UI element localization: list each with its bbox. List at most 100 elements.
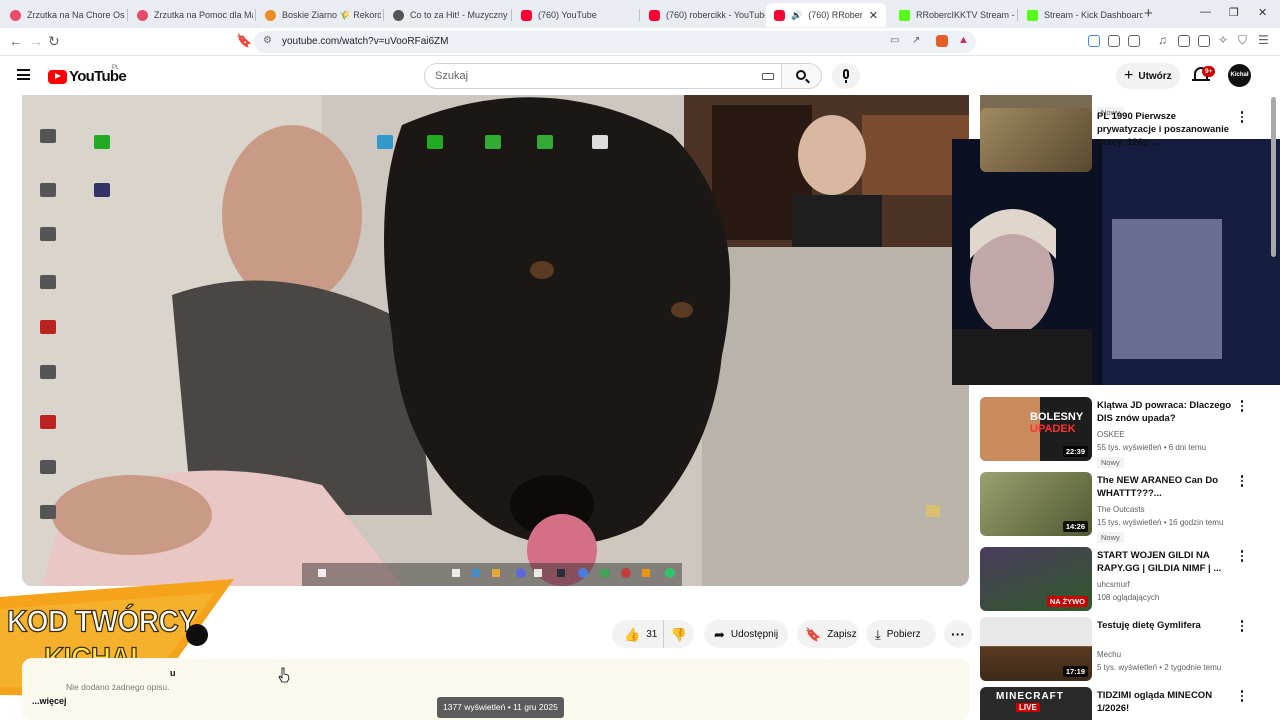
browser-tab[interactable]: (760) YouTube (513, 3, 637, 27)
video-title[interactable]: TIDZIMI ogląda MINECON 1/2026! (1097, 689, 1237, 715)
reload-icon[interactable]: ↻ (48, 33, 60, 50)
channel-name[interactable]: uhcsmurf (1097, 580, 1130, 589)
video-thumbnail[interactable]: BOLESNY UPADEK 22:39 (980, 397, 1092, 461)
live-badge: NA ŻYWO (1046, 596, 1088, 607)
recommendations-sidebar: Nowy PL 1990 Pierwsze prywatyzacje i pos… (980, 95, 1260, 720)
youtube-logo[interactable]: YouTube PL (48, 65, 127, 85)
browser-tab-active[interactable]: 🔊 (760) RRobercIKK ✕ (766, 3, 886, 27)
video-thumbnail[interactable]: 14:26 (980, 472, 1092, 536)
save-button[interactable]: 🔖 Zapisz (797, 620, 859, 648)
video-player[interactable] (22, 95, 969, 586)
translate-icon[interactable] (1088, 35, 1100, 47)
more-vertical-icon[interactable] (1239, 400, 1245, 414)
new-badge: Nowy (1097, 457, 1124, 468)
vpn-icon[interactable]: ⛉ (1238, 33, 1247, 48)
download-label: Pobierz (886, 628, 921, 640)
more-vertical-icon[interactable] (1239, 620, 1245, 634)
recommendation-item[interactable]: BOLESNY UPADEK 22:39 Klątwa JD powraca: D… (980, 397, 1260, 468)
video-thumbnail[interactable] (980, 108, 1092, 172)
keyboard-icon[interactable] (762, 73, 774, 80)
recommendation-item[interactable]: PL 1990 Pierwsze prywatyzacje i poszanow… (980, 108, 1260, 176)
recommendation-item[interactable]: 17:19 Testuję dietę Gymlifera Mechu 5 ty… (980, 617, 1260, 685)
channel-name[interactable]: The Outcasts (1097, 505, 1145, 514)
browser-tab[interactable]: Zrzutka na Na Chore Osob (2, 3, 125, 27)
youtube-favicon-icon (774, 9, 785, 21)
search-box[interactable] (424, 63, 782, 89)
video-thumbnail[interactable]: MINECRAFT LIVE (980, 687, 1092, 720)
video-thumbnail[interactable]: 17:19 (980, 617, 1092, 681)
tab-title: (760) YouTube (538, 10, 597, 20)
recommendation-item[interactable]: NA ŻYWO START WOJEN GILDI NA RAPY.GG | G… (980, 547, 1260, 615)
share-button[interactable]: ➦ Udostępnij (704, 620, 788, 648)
recommendation-item[interactable]: 14:26 The NEW ARANEO Can Do WHATTT???...… (980, 472, 1260, 543)
sidebar-scrollbar[interactable] (1271, 97, 1276, 257)
hamburger-menu-icon[interactable] (17, 69, 30, 80)
subscribe-button[interactable] (186, 624, 208, 646)
more-vertical-icon[interactable] (1239, 690, 1245, 704)
minimize-icon[interactable]: — (1200, 6, 1211, 18)
close-tab-icon[interactable]: ✕ (869, 9, 878, 22)
browser-tab[interactable]: RRobercIKKTV Stream - W (891, 3, 1015, 27)
back-icon[interactable]: ← (9, 33, 23, 49)
cast-icon[interactable]: ▭ (890, 35, 899, 46)
channel-name[interactable]: Mechu (1097, 650, 1121, 659)
bookmark-icon[interactable]: 🔖 (236, 33, 252, 49)
tab-title: Stream - Kick Dashboard (1044, 10, 1143, 20)
extension-icon[interactable] (1128, 35, 1140, 47)
video-title[interactable]: Testuję dietę Gymlifera (1097, 619, 1237, 632)
more-vertical-icon[interactable] (1239, 550, 1245, 564)
share-icon[interactable]: ↗ (912, 35, 920, 46)
search-button[interactable] (782, 63, 822, 89)
more-vertical-icon[interactable] (1239, 111, 1245, 125)
music-icon[interactable]: ♫ (1158, 33, 1167, 47)
extension-icon[interactable] (1108, 35, 1120, 47)
video-title[interactable]: Klątwa JD powraca: Dlaczego DIS znów upa… (1097, 399, 1237, 425)
browser-tab[interactable]: Boskie Ziarno 🌾 Rekordy (257, 3, 381, 27)
browser-tab[interactable]: Stream - Kick Dashboard (1019, 3, 1143, 27)
search-input[interactable] (435, 70, 735, 82)
tab-title: RRobercIKKTV Stream - W (916, 10, 1015, 20)
browser-tab[interactable]: (760) robercikk - YouTube (641, 3, 765, 27)
new-tab-button[interactable]: + (1144, 5, 1153, 22)
wallet-icon[interactable] (1198, 35, 1210, 47)
video-title[interactable]: PL 1990 Pierwsze prywatyzacje i poszanow… (1097, 110, 1237, 149)
avatar[interactable]: Kichał (1228, 64, 1251, 87)
video-meta: 15 tys. wyświetleń • 16 godzin temu (1097, 518, 1224, 527)
address-bar[interactable]: ⚙ youtube.com/watch?v=uVooRFai6ZM ▭ ↗ ▲ (254, 31, 976, 53)
browser-tab[interactable]: Co to za Hit! - Muzyczny C (385, 3, 509, 27)
sidebar-icon[interactable] (1178, 35, 1190, 47)
menu-icon[interactable]: ☰ (1258, 33, 1269, 47)
restore-icon[interactable]: ❐ (1229, 6, 1239, 19)
download-button[interactable]: ⤓ Pobierz (866, 620, 936, 648)
kick-favicon-icon (1027, 9, 1038, 21)
microphone-icon (843, 69, 849, 79)
dislike-button[interactable]: 👎 (664, 620, 694, 648)
site-info-icon[interactable]: ⚙ (263, 35, 272, 46)
thumbs-up-icon: 👍 (624, 626, 641, 642)
like-dislike-group: 👍 31 👎 (612, 620, 694, 648)
browser-toolbar: ← → ↻ 🔖 ⚙ youtube.com/watch?v=uVooRFai6Z… (0, 28, 1280, 56)
channel-name[interactable]: OSKEE (1097, 430, 1125, 439)
url-text[interactable]: youtube.com/watch?v=uVooRFai6ZM (282, 36, 448, 47)
video-title[interactable]: START WOJEN GILDI NA RAPY.GG | GILDIA NI… (1097, 549, 1237, 575)
more-actions-button[interactable]: ··· (944, 620, 972, 648)
plus-icon: + (1124, 67, 1134, 84)
recommendation-item[interactable]: MINECRAFT LIVE TIDZIMI ogląda MINECON 1/… (980, 687, 1260, 720)
share-label: Udostępnij (730, 628, 779, 640)
video-title[interactable]: The NEW ARANEO Can Do WHATTT???... (1097, 474, 1237, 500)
speaker-icon[interactable]: 🔊 (791, 10, 802, 21)
video-thumbnail[interactable]: NA ŻYWO (980, 547, 1092, 611)
brave-shield-icon[interactable] (936, 35, 948, 47)
voice-search-button[interactable] (832, 63, 860, 89)
browser-tab-bar: Zrzutka na Na Chore Osob Zrzutka na Pomo… (0, 0, 1280, 28)
like-count: 31 (646, 628, 658, 640)
rewards-icon[interactable]: ▲ (958, 34, 969, 46)
create-button[interactable]: + Utwórz (1116, 63, 1180, 89)
more-vertical-icon[interactable] (1239, 475, 1245, 489)
like-button[interactable]: 👍 31 (612, 620, 664, 648)
description-more-link[interactable]: ...więcej (32, 696, 67, 706)
close-window-icon[interactable]: ✕ (1258, 6, 1267, 19)
forward-icon[interactable]: → (29, 33, 43, 49)
leo-ai-icon[interactable]: ✧ (1218, 33, 1228, 47)
browser-tab[interactable]: Zrzutka na Pomoc dla Ma (129, 3, 253, 27)
